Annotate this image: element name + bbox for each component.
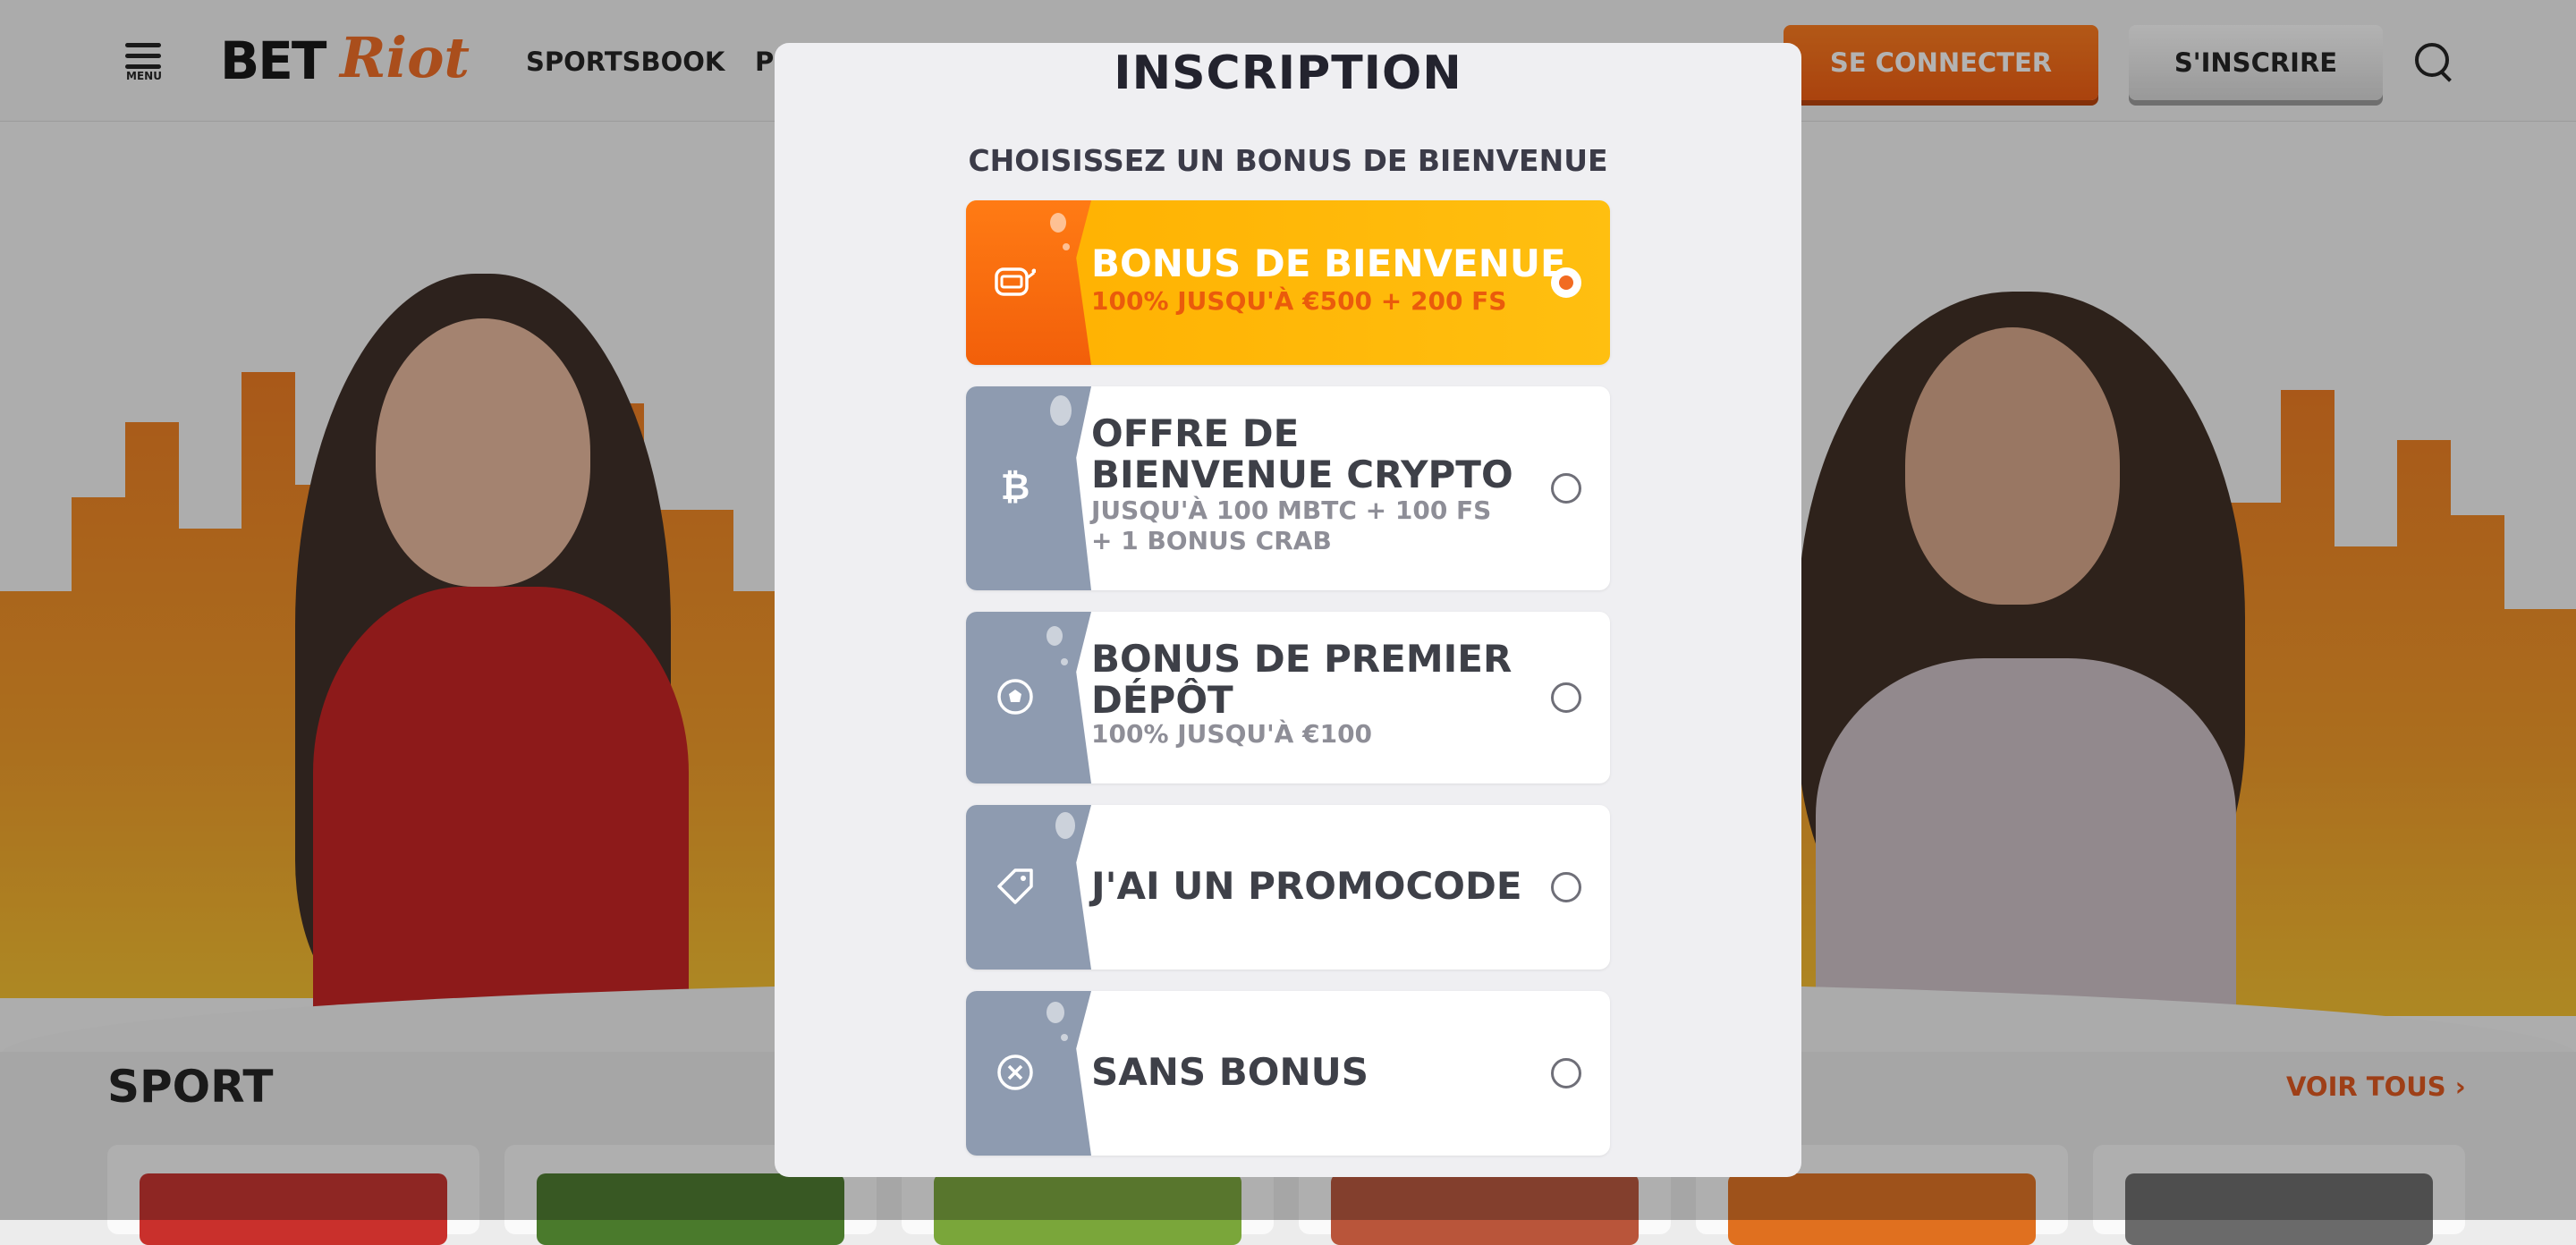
decor-dot — [1050, 213, 1066, 233]
soccer-ball-icon — [995, 676, 1036, 717]
decor-dot — [1055, 812, 1075, 839]
option-title: BONUS DE BIENVENUE — [1091, 241, 1566, 285]
option-title: BONUS DE PREMIER DÉPÔT — [1091, 637, 1513, 722]
decor-dot — [1046, 626, 1063, 646]
option-title: J'AI UN PROMOCODE — [1091, 864, 1522, 908]
decor-dot — [1063, 243, 1070, 250]
radio-button-selected[interactable] — [1551, 267, 1581, 298]
bonus-option-crypto[interactable]: ₿ OFFRE DE BIENVENUE CRYPTO JUSQU'À 100 … — [966, 386, 1610, 590]
close-circle-icon — [995, 1052, 1036, 1093]
option-description: 100% JUSQU'À €100 — [1091, 719, 1373, 749]
radio-button[interactable] — [1551, 473, 1581, 504]
option-description: 100% JUSQU'À €500 + 200 FS — [1091, 286, 1507, 316]
decor-dot — [1061, 658, 1068, 665]
decor-dot — [1061, 1034, 1068, 1041]
bonus-option-welcome[interactable]: BONUS DE BIENVENUE 100% JUSQU'À €500 + 2… — [966, 200, 1610, 365]
decor-dot — [1046, 1002, 1064, 1023]
slot-machine-icon — [995, 261, 1036, 302]
bitcoin-icon: ₿ — [1000, 467, 1030, 508]
radio-button[interactable] — [1551, 872, 1581, 902]
bonus-option-first-deposit[interactable]: BONUS DE PREMIER DÉPÔT 100% JUSQU'À €100 — [966, 612, 1610, 783]
radio-button[interactable] — [1551, 682, 1581, 713]
option-title: OFFRE DE BIENVENUE CRYPTO — [1091, 411, 1513, 496]
option-description: JUSQU'À 100 MBTC + 100 FS + 1 BONUS CRAB — [1091, 495, 1492, 555]
option-title: SANS BONUS — [1091, 1050, 1368, 1094]
bonus-option-promocode[interactable]: J'AI UN PROMOCODE — [966, 805, 1610, 970]
modal-subtitle: CHOISISSEZ UN BONUS DE BIENVENUE — [968, 143, 1608, 178]
modal-title: INSCRIPTION — [1114, 47, 1462, 100]
registration-modal: INSCRIPTION CHOISISSEZ UN BONUS DE BIENV… — [775, 43, 1801, 1177]
decor-dot — [1050, 395, 1072, 426]
radio-button[interactable] — [1551, 1058, 1581, 1088]
bonus-option-no-bonus[interactable]: SANS BONUS — [966, 991, 1610, 1156]
tag-icon — [995, 866, 1036, 907]
